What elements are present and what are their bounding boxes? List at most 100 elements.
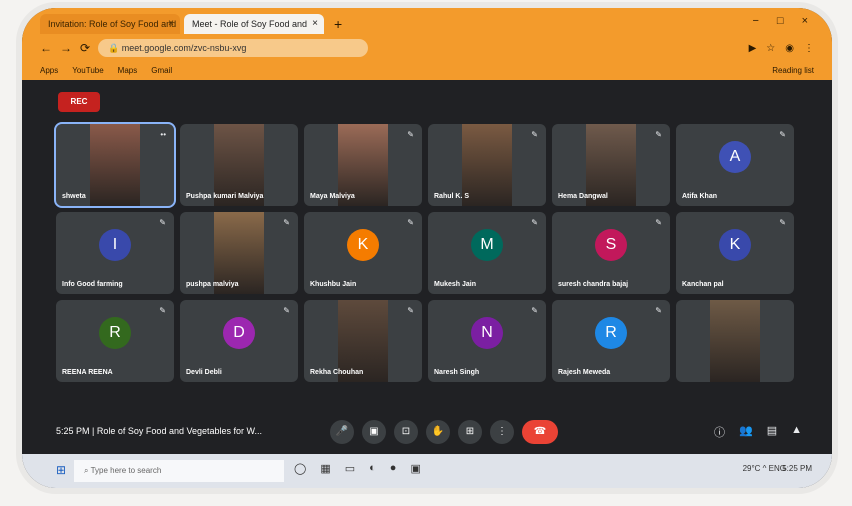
taskbar-apps: ◯ ▦ ▭ ◐ ● ▣ xyxy=(294,462,421,475)
tab-strip: Invitation: Role of Soy Food and × Meet … xyxy=(40,14,342,34)
chrome-icon[interactable]: ● xyxy=(390,462,397,475)
minimize-button[interactable]: − xyxy=(752,15,758,27)
mic-status-icon: ✎ xyxy=(407,130,414,139)
meeting-info: 5:25 PM | Role of Soy Food and Vegetable… xyxy=(56,426,262,436)
lock-icon: 🔒 xyxy=(108,43,120,53)
captions-button[interactable]: ⊡ xyxy=(394,420,418,444)
tab-label: Meet - Role of Soy Food and xyxy=(192,19,308,29)
store-icon[interactable]: ▣ xyxy=(410,462,420,475)
participant-tile[interactable]: ✎ pushpa malviya xyxy=(180,212,298,294)
participant-tile[interactable]: Pushpa kumari Malviya xyxy=(180,124,298,206)
meeting-time: 5:25 PM xyxy=(56,426,90,436)
bookmark-maps[interactable]: Maps xyxy=(118,66,138,75)
edge-icon[interactable]: ◐ xyxy=(369,462,376,475)
participant-name: Pushpa kumari Malviya xyxy=(186,193,264,200)
present-button[interactable]: ⊞ xyxy=(458,420,482,444)
avatar: S xyxy=(595,228,627,261)
task-view-icon[interactable]: ◯ xyxy=(294,462,306,475)
reading-list[interactable]: Reading list xyxy=(772,66,814,75)
participant-tile[interactable]: ✎ Maya Malviya xyxy=(304,124,422,206)
tab-label: Invitation: Role of Soy Food and xyxy=(48,19,177,29)
participant-tile[interactable]: ✎ Hema Dangwal xyxy=(552,124,670,206)
participant-name: Mukesh Jain xyxy=(434,281,477,288)
maximize-button[interactable]: □ xyxy=(777,15,784,27)
avatar: K xyxy=(347,228,379,261)
participant-tile[interactable]: D ✎ Devli Debli xyxy=(180,300,298,382)
tab-invitation[interactable]: Invitation: Role of Soy Food and × xyxy=(40,14,180,34)
participant-tile[interactable]: R ✎ REENA REENA xyxy=(56,300,174,382)
raise-hand-button[interactable]: ✋ xyxy=(426,420,450,444)
camera-button[interactable]: ▣ xyxy=(362,420,386,444)
file-explorer-icon[interactable]: ▭ xyxy=(345,462,355,475)
windows-start-icon[interactable]: ⊞ xyxy=(56,463,66,477)
mic-status-icon: ✎ xyxy=(283,218,290,227)
reload-icon[interactable]: ⟳ xyxy=(80,41,90,55)
participant-tile[interactable]: S ✎ suresh chandra bajaj xyxy=(552,212,670,294)
video-feed xyxy=(90,124,140,206)
participant-name: Hema Dangwal xyxy=(558,193,608,200)
toolbar-right: ▶ ☆ ◉ ⋮ xyxy=(749,43,814,54)
back-icon[interactable]: ← xyxy=(40,41,52,55)
participant-tile[interactable]: •• shweta xyxy=(54,122,176,208)
widgets-icon[interactable]: ▦ xyxy=(320,462,330,475)
mic-status-icon: ✎ xyxy=(531,218,538,227)
mic-button[interactable]: 🎤 xyxy=(330,420,354,444)
participant-tile[interactable]: K ✎ Kanchan pal xyxy=(676,212,794,294)
close-window-button[interactable]: × xyxy=(802,15,808,27)
address-row: ← → ⟳ 🔒 meet.google.com/zvc-nsbu-xvg ▶ ☆… xyxy=(40,38,814,58)
participant-tile[interactable]: N ✎ Naresh Singh xyxy=(428,300,546,382)
participant-name: Devli Debli xyxy=(186,369,222,376)
info-icon[interactable]: ⓘ xyxy=(714,424,725,440)
tab-meet[interactable]: Meet - Role of Soy Food and × xyxy=(184,14,324,34)
people-icon[interactable]: 👥 xyxy=(739,424,753,440)
activities-icon[interactable]: ▲ xyxy=(791,424,802,440)
mic-status-icon: ✎ xyxy=(159,218,166,227)
forward-icon[interactable]: → xyxy=(60,41,72,55)
more-options-button[interactable]: ⋮ xyxy=(490,420,514,444)
profile-icon[interactable]: ◉ xyxy=(785,43,794,54)
url-text: meet.google.com/zvc-nsbu-xvg xyxy=(121,43,247,53)
window-controls: − □ × xyxy=(752,15,808,27)
mic-status-icon: ✎ xyxy=(655,306,662,315)
participant-name: Rekha Chouhan xyxy=(310,369,364,376)
participant-tile[interactable]: R ✎ Rajesh Meweda xyxy=(552,300,670,382)
participant-tile[interactable]: K ✎ Khushbu Jain xyxy=(304,212,422,294)
participant-tile[interactable]: I ✎ Info Good farming xyxy=(56,212,174,294)
bookmark-gmail[interactable]: Gmail xyxy=(151,66,172,75)
bookmarks-bar: Apps YouTube Maps Gmail Reading list xyxy=(40,62,814,78)
avatar: I xyxy=(99,228,131,261)
taskbar-search[interactable]: ⌕ Type here to search xyxy=(74,460,284,482)
participant-tile[interactable]: M ✎ Mukesh Jain xyxy=(428,212,546,294)
separator: | xyxy=(92,426,95,436)
avatar: D xyxy=(223,316,255,349)
menu-icon[interactable]: ⋮ xyxy=(804,43,814,54)
system-tray: 29°C ^ ENG xyxy=(743,464,786,473)
mic-status-icon: ✎ xyxy=(283,306,290,315)
bookmark-youtube[interactable]: YouTube xyxy=(72,66,103,75)
chat-icon[interactable]: ▤ xyxy=(767,424,777,440)
end-call-button[interactable]: ☎ xyxy=(522,420,558,444)
browser-chrome: Invitation: Role of Soy Food and × Meet … xyxy=(22,8,832,80)
camera-permission-icon[interactable]: ▶ xyxy=(749,43,757,54)
participant-name: shweta xyxy=(62,193,86,200)
participant-tile[interactable] xyxy=(676,300,794,382)
meeting-controls: 5:25 PM | Role of Soy Food and Vegetable… xyxy=(22,414,832,454)
windows-taskbar: ⊞ ⌕ Type here to search ◯ ▦ ▭ ◐ ● ▣ 29°C… xyxy=(22,454,832,488)
address-bar[interactable]: 🔒 meet.google.com/zvc-nsbu-xvg xyxy=(98,39,369,57)
avatar: R xyxy=(99,316,131,349)
mic-status-icon: ✎ xyxy=(531,306,538,315)
star-icon[interactable]: ☆ xyxy=(766,43,775,54)
close-icon[interactable]: × xyxy=(312,14,318,34)
participant-tile[interactable]: ✎ Rekha Chouhan xyxy=(304,300,422,382)
search-icon: ⌕ xyxy=(84,466,89,475)
close-icon[interactable]: × xyxy=(168,14,174,34)
participant-tile[interactable]: A ✎ Atifa Khan xyxy=(676,124,794,206)
mic-status-icon: ✎ xyxy=(531,130,538,139)
participant-name: Atifa Khan xyxy=(682,193,717,200)
new-tab-button[interactable]: + xyxy=(334,14,342,34)
bookmark-apps[interactable]: Apps xyxy=(40,66,58,75)
mic-status-icon: •• xyxy=(160,130,166,139)
taskbar-clock: 5:25 PM xyxy=(782,464,812,473)
participant-tile[interactable]: ✎ Rahul K. S xyxy=(428,124,546,206)
monitor-screen: Invitation: Role of Soy Food and × Meet … xyxy=(22,8,832,488)
